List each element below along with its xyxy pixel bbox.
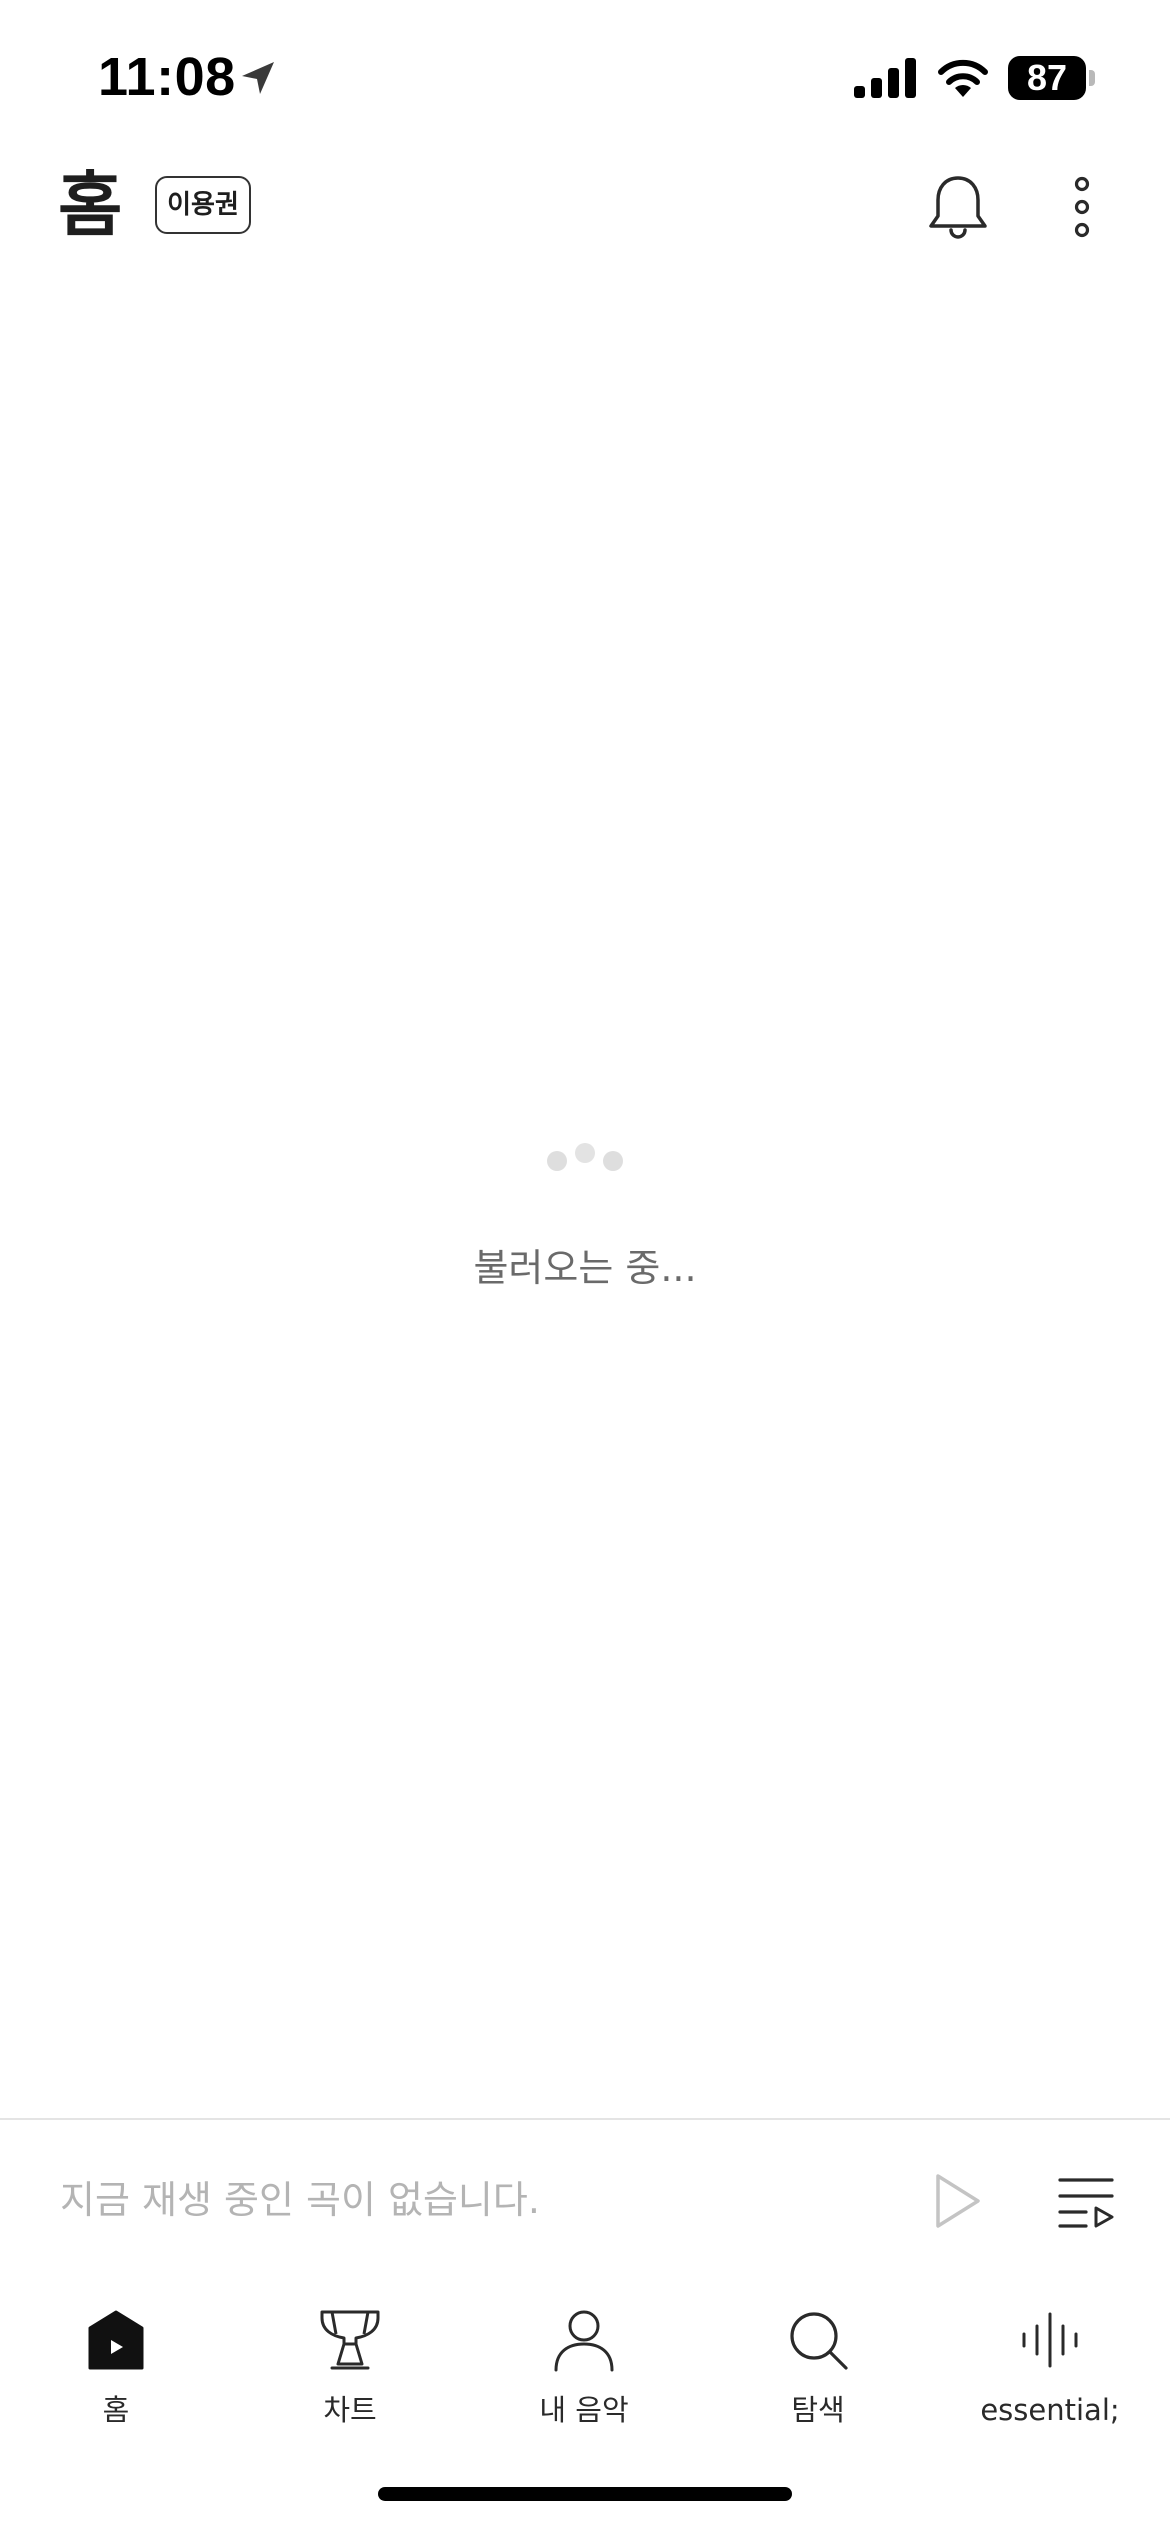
bell-icon[interactable] [925,172,991,242]
location-arrow-icon [242,62,274,94]
page-title: 홈 [58,164,123,246]
cellular-signal-icon [854,58,916,98]
status-bar: 11:08 87 [0,0,1170,150]
now-playing-text[interactable]: 지금 재생 중인 곡이 없습니다. [60,2172,540,2228]
loading-spinner-icon [547,1143,623,1171]
tab-my-music[interactable]: 내 음악 [484,2290,684,2440]
loading-text: 불러오는 중... [473,1246,697,1290]
tab-label: 탐색 [791,2393,845,2427]
play-icon[interactable] [930,2170,984,2232]
soundwave-icon [1022,2312,1078,2368]
search-icon [790,2312,848,2370]
battery-indicator: 87 [1008,56,1095,100]
status-time: 11:08 [98,47,236,107]
tab-label: 홈 [102,2393,130,2427]
playlist-icon[interactable] [1056,2170,1116,2232]
trophy-icon [320,2310,380,2370]
wifi-icon [938,59,988,97]
pass-button[interactable]: 이용권 [155,176,251,234]
person-icon [554,2310,614,2372]
tab-label: 차트 [323,2393,377,2427]
tab-label: essential; [980,2393,1120,2427]
tab-label: 내 음악 [539,2393,629,2427]
tab-essential[interactable]: essential; [950,2290,1150,2440]
tab-search[interactable]: 탐색 [718,2290,918,2440]
home-indicator[interactable] [378,2487,792,2501]
more-vertical-icon[interactable] [1060,176,1104,238]
tab-home[interactable]: 홈 [16,2290,216,2440]
home-icon [88,2310,144,2370]
battery-level: 87 [1026,57,1068,98]
divider [0,2118,1170,2120]
battery-tip [1089,70,1095,86]
tab-chart[interactable]: 차트 [250,2290,450,2440]
